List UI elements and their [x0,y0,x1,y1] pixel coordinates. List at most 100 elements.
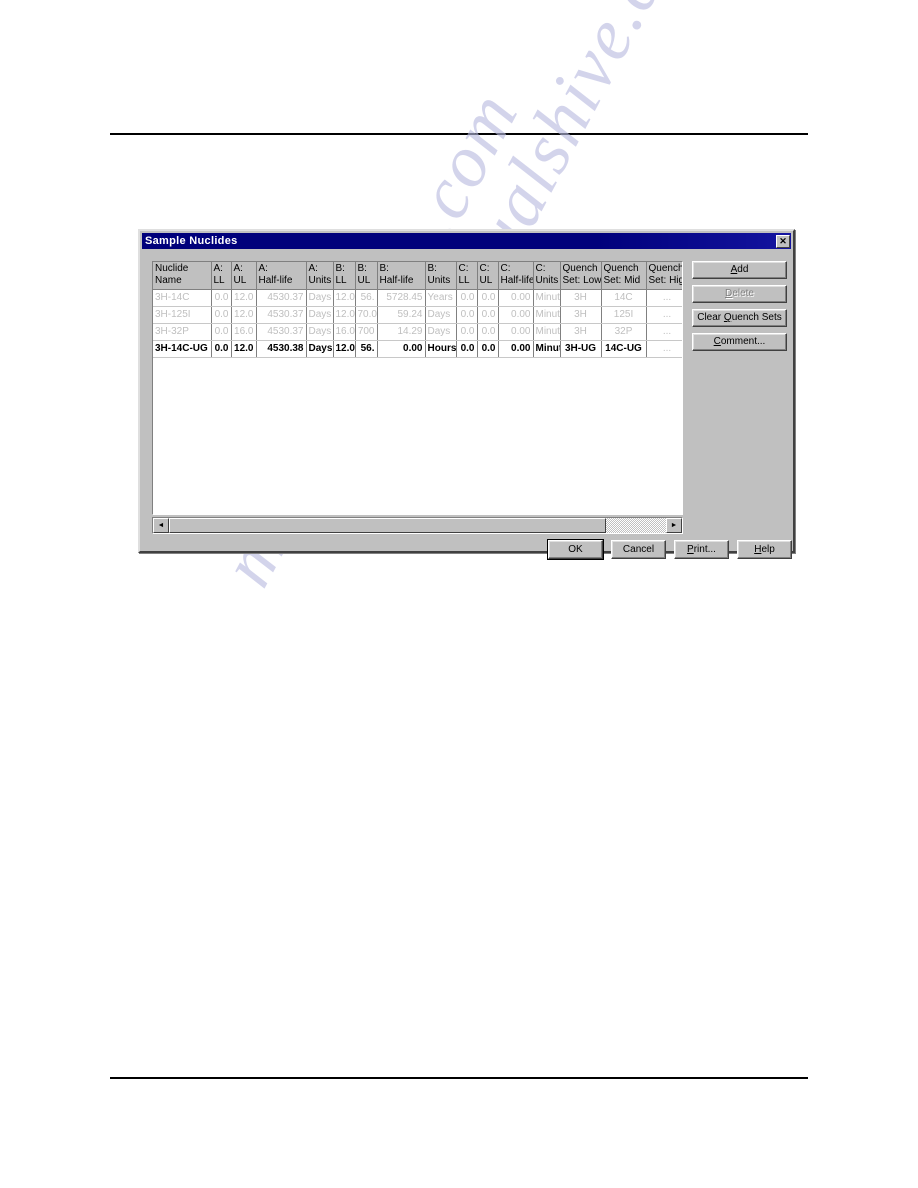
cancel-button[interactable]: Cancel [611,540,666,559]
cell-b-units[interactable]: Days [425,323,457,341]
cell-c-ul[interactable]: 0.0 [477,323,499,341]
cell-b-units[interactable]: Years [425,289,457,307]
col-header-quench-high[interactable]: QuenchSet: High [646,262,682,290]
cell-a-ll[interactable]: 0.0 [211,323,232,341]
cell-b-units[interactable]: Days [425,306,457,324]
cell-c-units[interactable]: Minute [533,289,561,307]
col-header-a-ul[interactable]: A: UL [231,262,257,290]
cell-b-ul[interactable]: 70.0 [355,306,378,324]
cell-nuclide-name[interactable]: 3H-14C [153,289,212,307]
col-header-b-ul[interactable]: B: UL [355,262,378,290]
help-button[interactable]: Help [737,540,792,559]
cell-quench-low[interactable]: 3H [559,288,602,307]
cell-a-ll[interactable]: 0.0 [211,306,232,324]
cell-c-ll[interactable]: 0.0 [456,340,478,358]
cell-a-halflife[interactable]: 4530.38 [256,340,307,358]
cell-a-ll[interactable]: 0.0 [211,289,232,307]
col-header-b-units[interactable]: B: Units [425,262,457,290]
cell-quench-low[interactable]: 3H [559,322,602,341]
cell-c-ul[interactable]: 0.0 [477,289,499,307]
scrollbar-track[interactable] [169,518,666,533]
cell-a-ul[interactable]: 12.0 [231,340,257,358]
col-header-b-halflife[interactable]: B: Half-life [377,262,426,290]
cell-c-halflife[interactable]: 0.00 [498,340,534,358]
cell-a-units[interactable]: Days [306,289,334,307]
cell-b-halflife[interactable]: 59.24 [377,306,426,324]
col-header-c-halflife[interactable]: C: Half-life [498,262,534,290]
cell-nuclide-name[interactable]: 3H-14C-UG [153,340,212,358]
cell-c-units[interactable]: Minute [533,340,561,358]
cell-b-ll[interactable]: 12.0 [333,289,356,307]
scrollbar-thumb[interactable] [169,518,607,533]
horizontal-scrollbar[interactable]: ◄ ► [152,517,683,534]
ok-button[interactable]: OK [548,540,603,559]
cell-a-ll[interactable]: 0.0 [211,340,232,358]
cell-quench-high[interactable]: ... [645,288,682,307]
cell-b-ul[interactable]: 56. [355,289,378,307]
cell-a-halflife[interactable]: 4530.37 [256,289,307,307]
cell-quench-mid[interactable]: 14C-UG [600,339,647,358]
cell-quench-low[interactable]: 3H [559,305,602,324]
cell-a-halflife[interactable]: 4530.37 [256,323,307,341]
table-row[interactable]: 3H-125I 0.0 12.0 4530.37 Days 12.0 70.0 … [153,305,682,324]
cell-c-ll[interactable]: 0.0 [456,289,478,307]
col-header-quench-low[interactable]: Quench Set: Low [560,262,602,290]
cell-c-ul[interactable]: 0.0 [477,306,499,324]
cell-b-ul[interactable]: 700 [355,323,378,341]
add-button[interactable]: Add [692,261,787,279]
cell-b-halflife[interactable]: 14.29 [377,323,426,341]
comment-button[interactable]: Comment... [692,333,787,351]
cell-a-ul[interactable]: 16.0 [231,323,257,341]
cell-quench-high[interactable]: ... [645,322,682,341]
scroll-right-arrow-icon[interactable]: ► [666,518,682,533]
col-header-b-ll[interactable]: B: LL [333,262,356,290]
cell-c-units[interactable]: Minute [533,306,561,324]
col-header-a-ll[interactable]: A: LL [211,262,232,290]
cell-quench-mid[interactable]: 125I [600,305,647,324]
cell-quench-low[interactable]: 3H-UG [559,339,602,358]
col-header-a-units[interactable]: A: Units [306,262,334,290]
col-header-quench-mid[interactable]: Quench Set: Mid [601,262,647,290]
print-button[interactable]: Print... [674,540,729,559]
dialog-titlebar[interactable]: Sample Nuclides ✕ [142,233,791,249]
cell-b-ul[interactable]: 56. [355,340,378,358]
cell-c-ll[interactable]: 0.0 [456,323,478,341]
cell-c-ul[interactable]: 0.0 [477,340,499,358]
table-row[interactable]: 3H-14C 0.0 12.0 4530.37 Days 12.0 56. 57… [153,288,682,307]
col-header-a-halflife[interactable]: A: Half-life [256,262,307,290]
cell-quench-high[interactable]: ... [645,305,682,324]
scroll-left-arrow-icon[interactable]: ◄ [153,518,169,533]
close-icon[interactable]: ✕ [776,234,790,248]
col-header-c-ll[interactable]: C: LL [456,262,478,290]
cell-a-ul[interactable]: 12.0 [231,306,257,324]
cell-c-ll[interactable]: 0.0 [456,306,478,324]
cell-b-halflife[interactable]: 0.00 [377,340,426,358]
table-row[interactable]: 3H-32P 0.0 16.0 4530.37 Days 16.0 700 14… [153,322,682,341]
cell-b-units[interactable]: Hours [425,340,457,358]
cell-quench-high[interactable]: ... [645,339,682,358]
cell-b-ll[interactable]: 16.0 [333,323,356,341]
cell-a-units[interactable]: Days [306,306,334,324]
cell-quench-mid[interactable]: 32P [600,322,647,341]
cell-b-ll[interactable]: 12.0 [333,306,356,324]
cell-c-halflife[interactable]: 0.00 [498,289,534,307]
cell-nuclide-name[interactable]: 3H-32P [153,323,212,341]
nuclides-grid-frame[interactable]: Nuclide Name A: LL A: UL A: Half-life A: Unit… [152,261,683,515]
col-header-nuclide-name[interactable]: Nuclide Name [153,262,212,290]
nuclides-grid[interactable]: Nuclide Name A: LL A: UL A: Half-life A: Unit… [153,262,682,358]
clear-quench-sets-button[interactable]: Clear Quench Sets [692,309,787,327]
cell-a-units[interactable]: Days [306,323,334,341]
col-header-c-units[interactable]: C: Units [533,262,561,290]
cell-b-halflife[interactable]: 5728.45 [377,289,426,307]
cell-c-halflife[interactable]: 0.00 [498,306,534,324]
cell-c-units[interactable]: Minute [533,323,561,341]
col-header-c-ul[interactable]: C: UL [477,262,499,290]
cell-quench-mid[interactable]: 14C [600,288,647,307]
table-row[interactable]: 3H-14C-UG 0.0 12.0 4530.38 Days 12.0 56.… [153,339,682,358]
delete-button[interactable]: Delete [692,285,787,303]
cell-a-units[interactable]: Days [306,340,334,358]
cell-b-ll[interactable]: 12.0 [333,340,356,358]
cell-nuclide-name[interactable]: 3H-125I [153,306,212,324]
cell-a-halflife[interactable]: 4530.37 [256,306,307,324]
cell-c-halflife[interactable]: 0.00 [498,323,534,341]
